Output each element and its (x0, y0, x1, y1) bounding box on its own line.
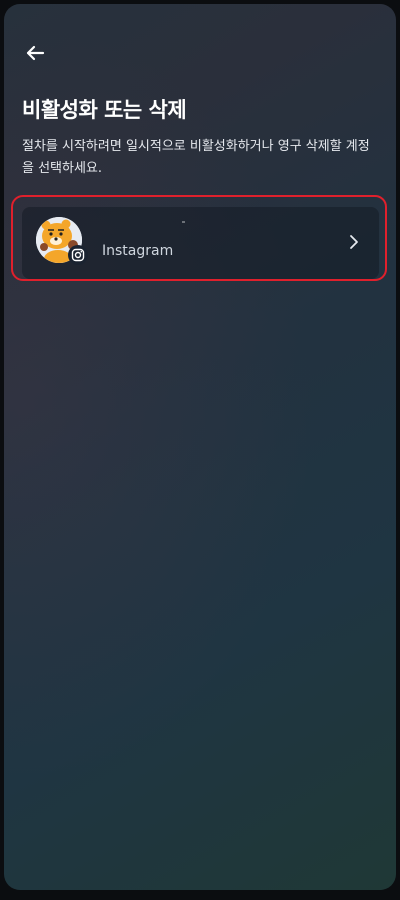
account-item-instagram[interactable]: Instagram (22, 207, 379, 279)
account-username-placeholder (182, 221, 185, 223)
account-platform-label: Instagram (102, 243, 174, 259)
page-description: 절차를 시작하려면 일시적으로 비활성화하거나 영구 삭제할 계정을 선택하세요… (22, 139, 370, 176)
arrow-left-icon (26, 45, 45, 61)
back-button[interactable] (20, 38, 50, 68)
instagram-icon (68, 245, 88, 265)
screen: 비활성화 또는 삭제 절차를 시작하려면 일시적으로 비활성화하거나 영구 삭제… (4, 4, 396, 890)
chevron-right-icon (347, 232, 361, 252)
page-title: 비활성화 또는 삭제 (22, 98, 187, 122)
